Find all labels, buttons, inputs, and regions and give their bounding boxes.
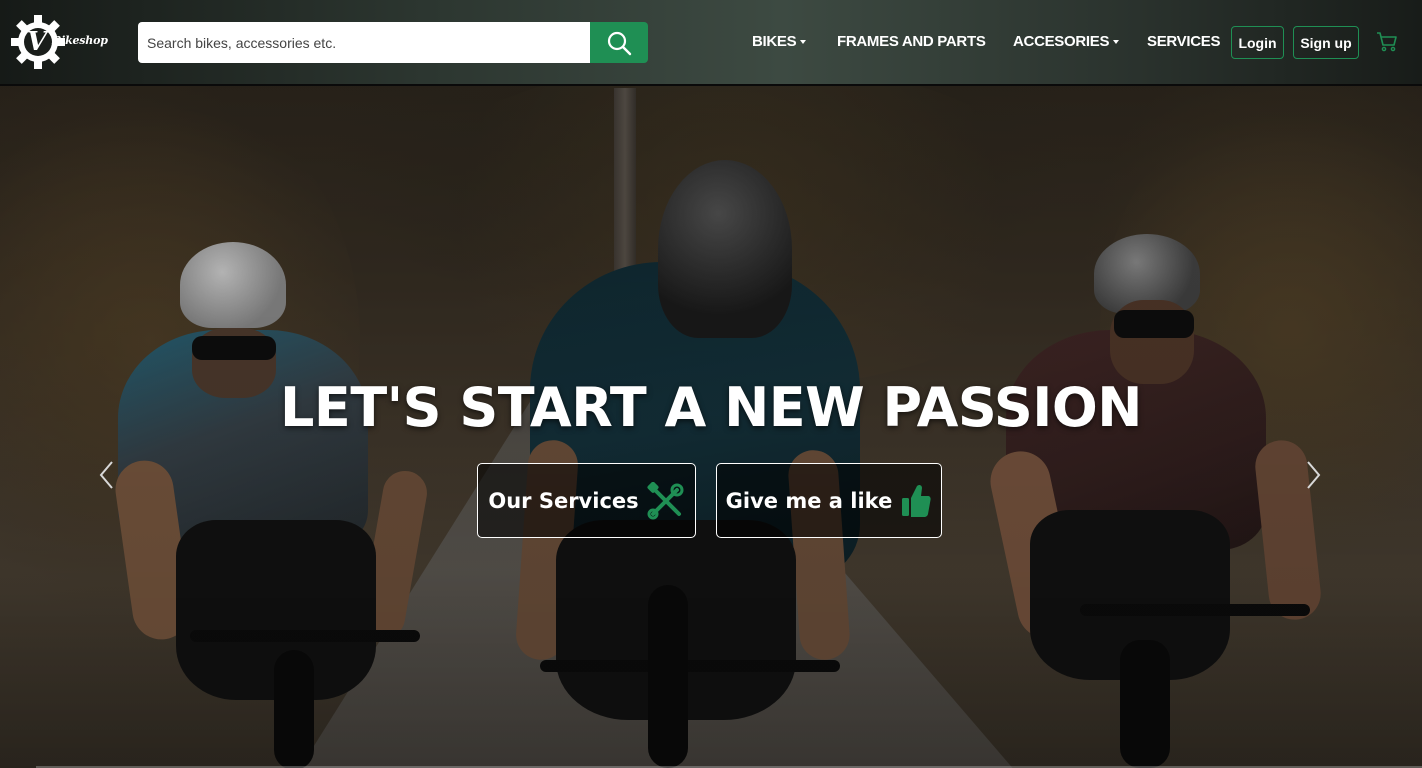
- hero-headline: LET'S START A NEW PASSION: [280, 376, 1142, 439]
- navbar: V Bikeshop BIKES FRAMES AND PARTS ACCESO…: [0, 0, 1422, 86]
- our-services-label: Our Services: [488, 488, 639, 513]
- caret-down-icon: [800, 39, 807, 44]
- login-button[interactable]: Login: [1231, 26, 1284, 59]
- carousel-prev-button[interactable]: [94, 460, 118, 490]
- nav-menu: BIKES FRAMES AND PARTS ACCESORIES SERVIC…: [0, 0, 1422, 86]
- nav-accessories[interactable]: ACCESORIES: [1013, 33, 1120, 50]
- thumbs-up-icon: [902, 484, 931, 517]
- nav-services[interactable]: SERVICES: [1147, 33, 1220, 50]
- chevron-right-icon: [1307, 461, 1321, 489]
- nav-bikes[interactable]: BIKES: [752, 33, 807, 50]
- nav-accessories-label: ACCESORIES: [1013, 33, 1110, 50]
- our-services-button[interactable]: Our Services: [477, 463, 696, 538]
- nav-frames-label: FRAMES AND PARTS: [837, 33, 986, 50]
- cart-icon: [1377, 32, 1397, 52]
- give-like-button[interactable]: Give me a like: [716, 463, 942, 538]
- nav-bikes-label: BIKES: [752, 33, 797, 50]
- nav-frames-and-parts[interactable]: FRAMES AND PARTS: [837, 33, 986, 50]
- tools-icon: [647, 481, 684, 519]
- carousel-next-button[interactable]: [1302, 460, 1326, 490]
- cart-button[interactable]: [1376, 31, 1398, 57]
- signup-button[interactable]: Sign up: [1293, 26, 1359, 59]
- chevron-left-icon: [99, 461, 113, 489]
- nav-services-label: SERVICES: [1147, 33, 1221, 50]
- give-like-label: Give me a like: [725, 488, 893, 513]
- caret-down-icon: [1113, 39, 1120, 44]
